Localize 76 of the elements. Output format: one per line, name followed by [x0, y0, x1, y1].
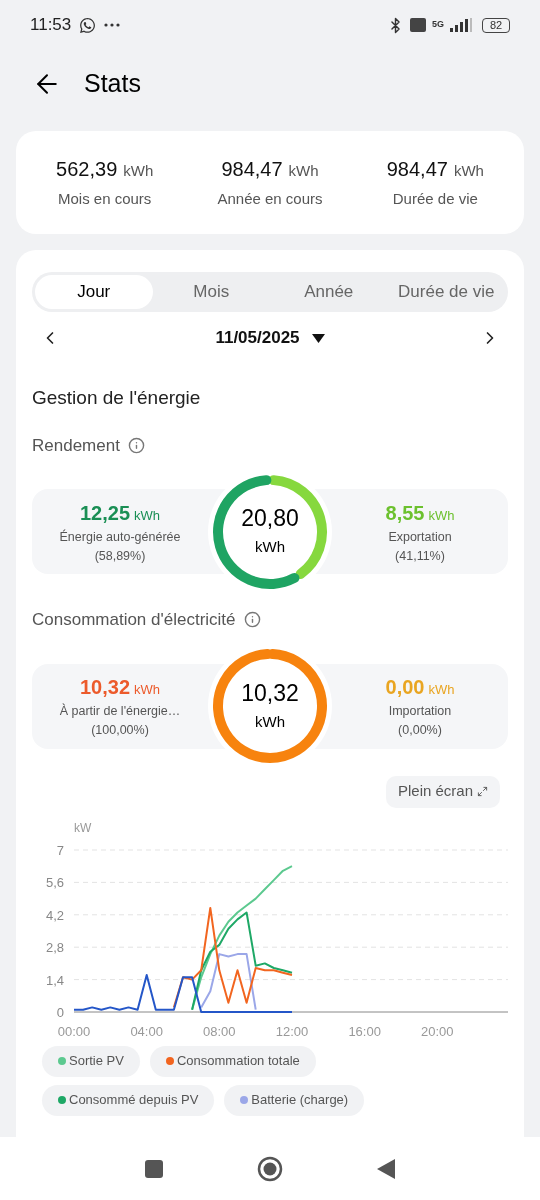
- date-picker[interactable]: 11/05/2025: [215, 325, 325, 351]
- energy-share: (58,89%): [94, 547, 146, 565]
- summary-value: 984,47: [386, 157, 448, 183]
- legend-item[interactable]: Batterie (charge): [224, 1084, 365, 1116]
- energy-value: 10,32: [79, 675, 131, 701]
- battery-indicator: 82: [482, 17, 510, 33]
- x-tick-label: 12:00: [275, 1023, 309, 1039]
- axis-unit: kW: [74, 820, 92, 835]
- total-unit: kWh: [255, 711, 285, 732]
- x-tick-label: 08:00: [203, 1023, 236, 1039]
- x-tick-label: 16:00: [348, 1023, 381, 1039]
- summary-value: 984,47: [221, 157, 283, 183]
- panel-title: Rendement: [32, 434, 120, 457]
- legend-item[interactable]: Consommation totale: [149, 1045, 316, 1077]
- summary-label: Année en cours: [217, 189, 323, 210]
- energy-label: Exportation: [388, 528, 452, 546]
- energy-value: 0,00: [385, 675, 425, 701]
- period-tab[interactable]: Année: [270, 275, 388, 309]
- recents-button[interactable]: [145, 1159, 163, 1178]
- energy-label: Importation: [388, 703, 452, 721]
- info-icon[interactable]: [243, 611, 261, 629]
- period-tab[interactable]: Durée de vie: [387, 275, 505, 309]
- x-tick-label: 20:00: [421, 1023, 454, 1039]
- summary-label: Durée de vie: [392, 189, 478, 210]
- legend-item[interactable]: Sortie PV: [42, 1045, 140, 1077]
- total-value: 20,80: [241, 504, 299, 533]
- y-tick-label: 7: [56, 842, 64, 858]
- energy-share: (41,11%): [395, 547, 445, 565]
- period-tab[interactable]: Jour: [35, 275, 153, 309]
- chat-app-icon: [79, 16, 97, 34]
- y-tick-label: 2,8: [45, 939, 64, 955]
- energy-label: À partir de l'énergie…: [59, 702, 181, 721]
- x-tick-label: 04:00: [130, 1023, 163, 1039]
- legend-label: Batterie (charge): [251, 1091, 349, 1110]
- network-type: 5G: [432, 18, 444, 32]
- y-tick-label: 0: [56, 1004, 64, 1020]
- panel-title: Consommation d'électricité: [32, 609, 236, 631]
- total-value: 10,32: [241, 678, 299, 707]
- energy-unit: kWh: [428, 681, 455, 700]
- period-tab[interactable]: Mois: [152, 275, 270, 309]
- y-tick-label: 4,2: [45, 907, 64, 923]
- circle-icon: [257, 1155, 283, 1182]
- fullscreen-button[interactable]: Plein écran: [385, 775, 500, 808]
- y-tick-label: 1,4: [45, 972, 64, 988]
- summary-value: 562,39: [56, 157, 118, 183]
- status-time: 11:53: [30, 14, 72, 37]
- expand-icon: [477, 786, 488, 797]
- y-tick-label: 5,6: [45, 874, 64, 890]
- energy-label: Énergie auto-générée: [59, 528, 181, 546]
- x-tick-label: 00:00: [57, 1023, 91, 1039]
- total-unit: kWh: [255, 537, 285, 558]
- energy-value: 12,25: [79, 500, 131, 526]
- energy-unit: kWh: [428, 506, 455, 525]
- info-icon[interactable]: [127, 436, 145, 454]
- energy-unit: kWh: [134, 506, 161, 525]
- page-title: Stats: [84, 68, 141, 100]
- energy-value: 8,55: [385, 500, 425, 526]
- energy-share: (0,00%): [398, 722, 442, 739]
- section-title: Gestion de l'énergie: [32, 386, 202, 410]
- legend-item[interactable]: Consommé depuis PV: [42, 1084, 215, 1116]
- summary-unit: kWh: [123, 161, 154, 182]
- home-button[interactable]: [257, 1155, 283, 1182]
- summary-label: Mois en cours: [58, 189, 152, 210]
- summary-unit: kWh: [453, 161, 484, 182]
- summary-unit: kWh: [288, 161, 319, 182]
- legend-label: Consommé depuis PV: [69, 1091, 199, 1110]
- signal-icon: [450, 18, 472, 32]
- legend-label: Consommation totale: [176, 1052, 300, 1071]
- dropdown-icon: [311, 333, 325, 343]
- triangle-icon: [377, 1158, 395, 1179]
- more-icon: [104, 23, 121, 27]
- back-nav-button[interactable]: [377, 1158, 395, 1179]
- legend-label: Sortie PV: [69, 1052, 124, 1071]
- energy-unit: kWh: [134, 681, 161, 700]
- energy-share: (100,00%): [91, 722, 149, 739]
- square-icon: [145, 1159, 163, 1178]
